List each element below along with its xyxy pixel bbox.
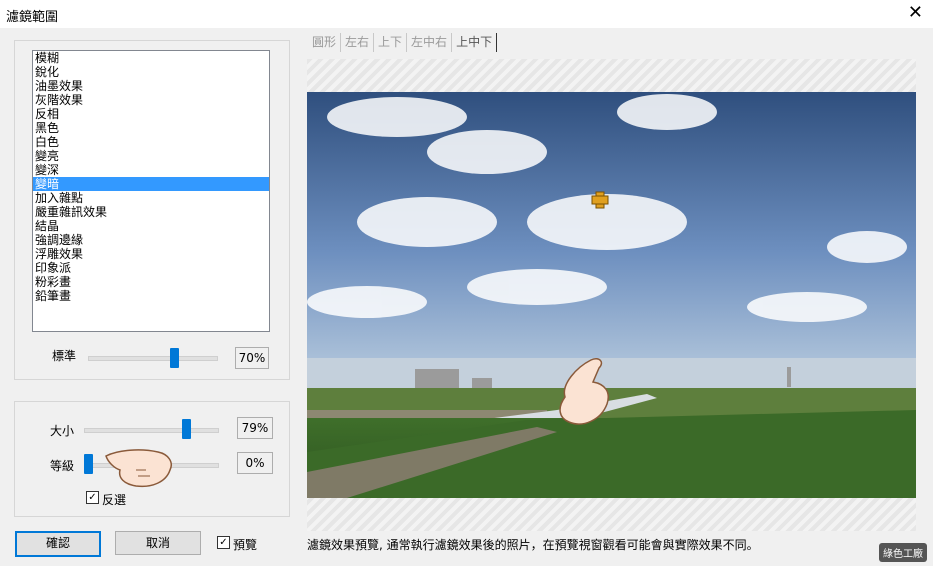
- title-bar: 濾鏡範圍 ✕: [0, 0, 933, 28]
- filter-list-item[interactable]: 白色: [33, 135, 269, 149]
- strength-slider-track[interactable]: [88, 356, 218, 361]
- grade-value[interactable]: 0%: [237, 452, 273, 474]
- filter-list-item[interactable]: 反相: [33, 107, 269, 121]
- close-icon[interactable]: ✕: [908, 3, 923, 23]
- filter-list[interactable]: 模糊 銳化 油墨效果 灰階效果 反相 黑色 白色 變亮 變深 變暗 加入雜點 嚴重雜訊效果 結晶 強調邊緣…: [32, 50, 270, 332]
- invert-checkbox[interactable]: ✓: [86, 491, 99, 504]
- tab-left-center-right[interactable]: 左中右: [407, 33, 453, 52]
- size-label: 大小: [50, 424, 75, 438]
- landscape-photo: [307, 92, 916, 498]
- filter-list-item[interactable]: 嚴重雜訊效果: [33, 205, 269, 219]
- grade-slider-thumb[interactable]: [84, 454, 93, 474]
- tab-left-right[interactable]: 左右: [341, 33, 375, 52]
- filter-list-item[interactable]: 變暗: [33, 177, 269, 191]
- tab-circle[interactable]: 圓形: [308, 33, 342, 52]
- filter-list-item[interactable]: 加入雜點: [33, 191, 269, 205]
- filter-list-item[interactable]: 模糊: [33, 51, 269, 65]
- watermark-badge: 綠色工廠: [879, 543, 927, 562]
- cancel-button[interactable]: 取消: [115, 531, 201, 555]
- filter-list-item[interactable]: 結晶: [33, 219, 269, 233]
- preview-checkbox[interactable]: ✓: [217, 536, 230, 549]
- filter-list-item[interactable]: 油墨效果: [33, 79, 269, 93]
- tab-top-bottom[interactable]: 上下: [374, 33, 408, 52]
- filter-list-item[interactable]: 灰階效果: [33, 93, 269, 107]
- shape-tabs: 圓形 左右 上下 左中右 上中下: [308, 33, 498, 53]
- window-title: 濾鏡範圍: [6, 10, 59, 25]
- size-slider-thumb[interactable]: [181, 419, 191, 439]
- filter-list-item[interactable]: 浮雕效果: [33, 247, 269, 261]
- size-value[interactable]: 79%: [237, 417, 273, 439]
- filter-list-item[interactable]: 鉛筆畫: [33, 289, 269, 303]
- filter-list-item[interactable]: 銳化: [33, 65, 269, 79]
- filter-list-item[interactable]: 強調邊緣: [33, 233, 269, 247]
- preview-label: 預覽: [233, 538, 258, 552]
- filter-list-item[interactable]: 粉彩畫: [33, 275, 269, 289]
- strength-value[interactable]: 70%: [235, 347, 269, 369]
- filter-list-item[interactable]: 印象派: [33, 261, 269, 275]
- filter-list-item[interactable]: 黑色: [33, 121, 269, 135]
- preview-image[interactable]: [307, 92, 916, 498]
- tab-top-center-bottom[interactable]: 上中下: [452, 33, 498, 52]
- filter-list-item[interactable]: 變亮: [33, 149, 269, 163]
- strength-slider-thumb[interactable]: [169, 348, 179, 368]
- filter-list-item[interactable]: 變深: [33, 163, 269, 177]
- preview-caption: 濾鏡效果預覽, 通常執行濾鏡效果後的照片，在預覽視窗觀看可能會與實際效果不同。: [307, 538, 759, 552]
- strength-label: 標準: [52, 349, 77, 363]
- size-slider-track[interactable]: [84, 428, 219, 433]
- invert-label: 反選: [102, 493, 127, 507]
- ok-button[interactable]: 確認: [15, 531, 101, 557]
- pointing-hand-icon: [105, 449, 172, 488]
- grade-label: 等級: [50, 459, 75, 473]
